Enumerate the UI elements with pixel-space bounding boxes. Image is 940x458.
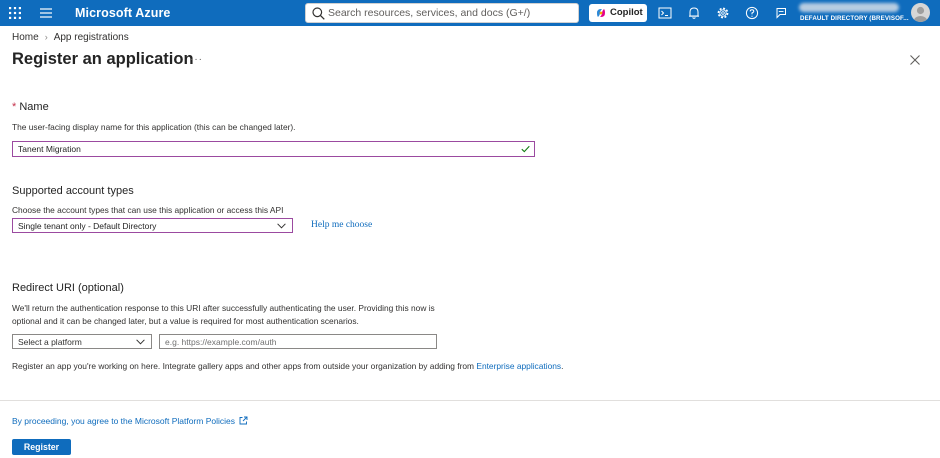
breadcrumb-home[interactable]: Home bbox=[12, 32, 39, 43]
page-title: Register an application bbox=[12, 50, 194, 68]
breadcrumb-app-registrations[interactable]: App registrations bbox=[54, 32, 129, 43]
name-label-text: Name bbox=[19, 101, 49, 113]
search-icon bbox=[312, 7, 325, 20]
platform-dropdown[interactable]: Select a platform bbox=[12, 334, 152, 349]
account-types-dropdown[interactable]: Single tenant only - Default Directory bbox=[12, 218, 293, 233]
copilot-label: Copilot bbox=[610, 7, 643, 18]
platform-policies-link[interactable]: By proceeding, you agree to the Microsof… bbox=[12, 416, 248, 426]
required-asterisk: * bbox=[12, 101, 17, 113]
checkmark-icon bbox=[521, 145, 530, 153]
breadcrumb: Home › App registrations bbox=[12, 32, 129, 43]
name-input[interactable] bbox=[18, 143, 518, 155]
gallery-note: Register an app you're working on here. … bbox=[12, 361, 563, 371]
external-link-icon bbox=[239, 416, 248, 425]
help-me-choose-link[interactable]: Help me choose bbox=[311, 220, 372, 230]
name-label: * Name bbox=[12, 101, 49, 113]
redirect-description-line-2: optional and it can be changed later, bu… bbox=[12, 315, 359, 326]
waffle-icon[interactable] bbox=[9, 7, 21, 19]
chevron-down-icon bbox=[277, 223, 286, 229]
chevron-right-icon: › bbox=[44, 32, 48, 42]
top-bar: Microsoft Azure Copilot bbox=[0, 0, 940, 26]
feedback-icon[interactable] bbox=[774, 6, 788, 20]
redirect-uri-label: Redirect URI (optional) bbox=[12, 282, 124, 294]
redirect-uri-input[interactable] bbox=[165, 336, 430, 347]
global-search[interactable] bbox=[305, 3, 579, 23]
footer-divider bbox=[0, 400, 940, 401]
name-description: The user-facing display name for this ap… bbox=[12, 122, 296, 132]
more-options-icon[interactable]: ··· bbox=[190, 54, 203, 65]
user-avatar-icon bbox=[914, 6, 927, 22]
account-types-description: Choose the account types that can use th… bbox=[12, 205, 284, 215]
register-button[interactable]: Register bbox=[12, 439, 71, 455]
chevron-down-icon bbox=[136, 339, 145, 345]
avatar[interactable] bbox=[911, 3, 930, 22]
enterprise-applications-link[interactable]: Enterprise applications bbox=[476, 361, 561, 371]
copilot-icon bbox=[597, 9, 605, 17]
account-types-selected: Single tenant only - Default Directory bbox=[18, 221, 157, 231]
brand-title[interactable]: Microsoft Azure bbox=[75, 6, 171, 20]
help-icon[interactable] bbox=[745, 6, 759, 20]
cloud-shell-icon[interactable] bbox=[658, 6, 672, 20]
redirect-uri-description: We'll return the authentication response… bbox=[12, 302, 435, 327]
copilot-button[interactable]: Copilot bbox=[589, 4, 647, 22]
account-menu[interactable]: DEFAULT DIRECTORY (BREVISOF... bbox=[797, 2, 909, 24]
gallery-note-text: Register an app you're working on here. … bbox=[12, 361, 477, 371]
redirect-description-line-1: We'll return the authentication response… bbox=[12, 303, 435, 313]
settings-icon[interactable] bbox=[716, 6, 730, 20]
close-icon[interactable] bbox=[909, 54, 921, 66]
gallery-note-suffix: . bbox=[561, 361, 564, 371]
redirect-uri-field[interactable] bbox=[159, 334, 437, 349]
platform-policies-text: By proceeding, you agree to the Microsof… bbox=[12, 416, 235, 426]
platform-placeholder: Select a platform bbox=[18, 337, 82, 347]
account-types-label: Supported account types bbox=[12, 185, 134, 197]
redacted-username bbox=[799, 3, 899, 12]
hamburger-icon[interactable] bbox=[40, 8, 52, 18]
directory-name: DEFAULT DIRECTORY (BREVISOF... bbox=[800, 15, 909, 22]
search-input[interactable] bbox=[328, 5, 573, 21]
name-field[interactable] bbox=[12, 141, 535, 157]
notifications-icon[interactable] bbox=[687, 6, 701, 20]
